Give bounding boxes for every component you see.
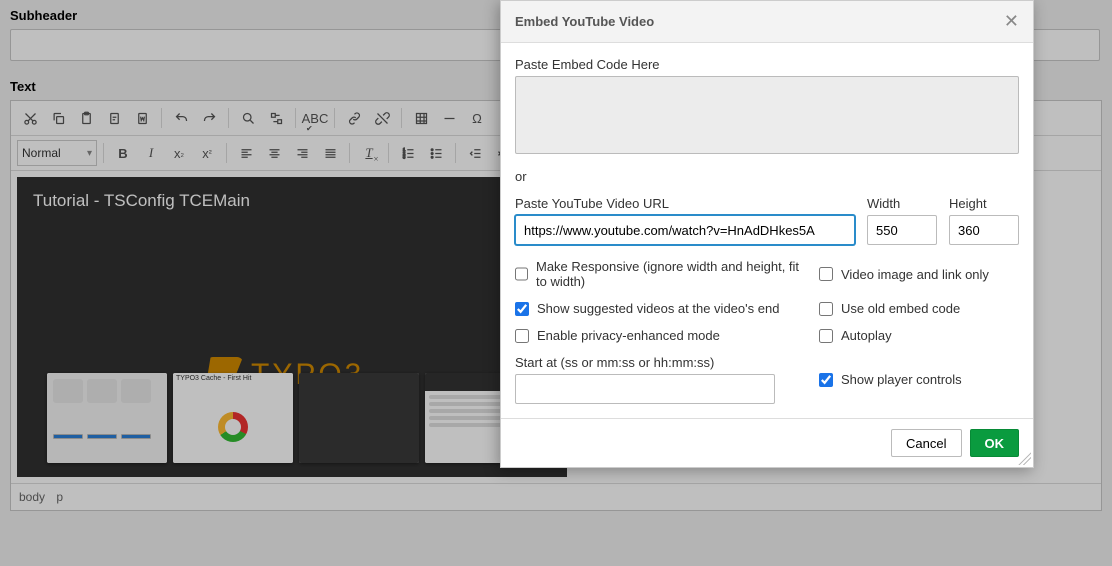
- embed-code-label: Paste Embed Code Here: [515, 57, 1019, 72]
- ok-button[interactable]: OK: [970, 429, 1020, 457]
- cancel-button[interactable]: Cancel: [891, 429, 961, 457]
- width-input[interactable]: [867, 215, 937, 245]
- autoplay-checkbox[interactable]: Autoplay: [819, 328, 1019, 343]
- start-at-label: Start at (ss or mm:ss or hh:mm:ss): [515, 355, 809, 370]
- old-embed-checkbox[interactable]: Use old embed code: [819, 301, 1019, 316]
- embed-code-input[interactable]: [515, 76, 1019, 154]
- show-suggested-checkbox[interactable]: Show suggested videos at the video's end: [515, 301, 809, 316]
- width-label: Width: [867, 196, 937, 211]
- show-controls-checkbox[interactable]: Show player controls: [819, 355, 1019, 404]
- height-input[interactable]: [949, 215, 1019, 245]
- close-icon[interactable]: ✕: [1004, 11, 1019, 32]
- image-link-only-checkbox[interactable]: Video image and link only: [819, 259, 1019, 289]
- height-label: Height: [949, 196, 1019, 211]
- dialog-title: Embed YouTube Video: [515, 14, 654, 29]
- or-label: or: [515, 169, 1019, 184]
- url-label: Paste YouTube Video URL: [515, 196, 855, 211]
- embed-youtube-dialog: Embed YouTube Video ✕ Paste Embed Code H…: [500, 0, 1034, 468]
- privacy-mode-checkbox[interactable]: Enable privacy-enhanced mode: [515, 328, 809, 343]
- make-responsive-checkbox[interactable]: Make Responsive (ignore width and height…: [515, 259, 809, 289]
- resize-grip-icon[interactable]: [1017, 451, 1031, 465]
- start-at-input[interactable]: [515, 374, 775, 404]
- youtube-url-input[interactable]: [515, 215, 855, 245]
